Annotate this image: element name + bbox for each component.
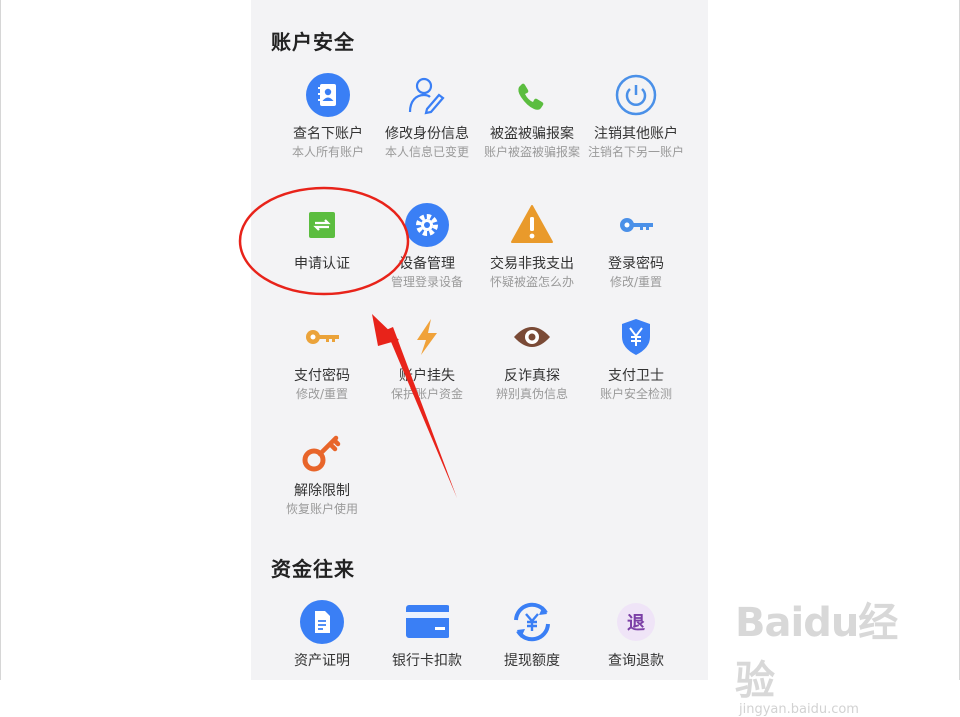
contacts-icon xyxy=(306,73,350,117)
menu-item-login-password[interactable]: 登录密码 修改/重置 xyxy=(583,203,689,290)
menu-item-label: 查询退款 xyxy=(608,653,664,669)
baidu-watermark: Baidu经验 jingyan.baidu.com xyxy=(735,590,915,717)
menu-item-query-accounts[interactable]: 查名下账户 本人所有账户 xyxy=(275,73,381,160)
menu-item-report-loss[interactable]: 账户挂失 保护账户资金 xyxy=(374,315,480,402)
menu-item-label: 交易非我支出 xyxy=(490,256,574,272)
shield-yen-icon xyxy=(614,315,658,359)
menu-item-edit-identity[interactable]: 修改身份信息 本人信息已变更 xyxy=(374,73,480,160)
menu-item-payment-guard[interactable]: 支付卫士 账户安全检测 xyxy=(583,315,689,402)
menu-item-label: 被盗被骗报案 xyxy=(490,126,574,142)
menu-item-subtitle: 修改/重置 xyxy=(295,387,349,401)
menu-item-subtitle: 账户被盗被骗报案 xyxy=(484,145,581,159)
menu-item-subtitle: 管理登录设备 xyxy=(390,275,463,289)
menu-item-device-management[interactable]: 设备管理 管理登录设备 xyxy=(374,203,480,290)
menu-item-label: 设备管理 xyxy=(399,256,455,272)
menu-item-label: 修改身份信息 xyxy=(385,126,469,142)
gear-icon xyxy=(405,203,449,247)
menu-item-subtitle: 修改/重置 xyxy=(609,275,663,289)
menu-item-query-refund[interactable]: 退 查询退款 xyxy=(583,600,689,670)
menu-item-label: 解除限制 xyxy=(294,483,350,499)
eye-icon xyxy=(510,315,554,359)
menu-item-label: 资产证明 xyxy=(294,653,350,669)
menu-item-subtitle: 辨别真伪信息 xyxy=(495,387,568,401)
menu-item-subtitle: 保护账户资金 xyxy=(390,387,463,401)
withdraw-icon xyxy=(510,600,554,644)
menu-item-subtitle: 本人所有账户 xyxy=(291,145,364,159)
frame-left-border xyxy=(0,0,1,680)
key-orange-icon xyxy=(300,315,344,359)
key-red-icon xyxy=(300,430,344,474)
menu-item-subtitle: 本人信息已变更 xyxy=(384,145,469,159)
menu-item-label: 银行卡扣款 xyxy=(392,653,462,669)
refund-glyph: 退 xyxy=(617,603,655,641)
menu-item-remove-restriction[interactable]: 解除限制 恢复账户使用 xyxy=(269,430,375,517)
menu-item-label: 查名下账户 xyxy=(293,126,363,142)
menu-item-label: 反诈真探 xyxy=(504,368,560,384)
menu-item-label: 注销其他账户 xyxy=(594,126,678,142)
menu-item-subtitle: 注销名下另一账户 xyxy=(588,145,685,159)
menu-item-label: 申请认证 xyxy=(294,256,350,272)
menu-item-subtitle: 账户安全检测 xyxy=(599,387,672,401)
swap-icon xyxy=(300,203,344,247)
bank-card-icon xyxy=(405,600,449,644)
lightning-icon xyxy=(405,315,449,359)
phone-icon xyxy=(510,73,554,117)
menu-item-unauthorized-transaction[interactable]: 交易非我支出 怀疑被盗怎么办 xyxy=(479,203,585,290)
menu-item-label: 支付密码 xyxy=(294,368,350,384)
menu-item-label: 账户挂失 xyxy=(399,368,455,384)
menu-item-label: 提现额度 xyxy=(504,653,560,669)
menu-item-apply-certification[interactable]: 申请认证 xyxy=(269,203,375,273)
watermark-url: jingyan.baidu.com xyxy=(739,702,859,717)
menu-item-label: 登录密码 xyxy=(608,256,664,272)
menu-item-label: 支付卫士 xyxy=(608,368,664,384)
watermark-logo: Baidu经验 xyxy=(735,600,898,704)
section-title-fund-transactions: 资金往来 xyxy=(271,557,355,581)
menu-item-subtitle: 恢复账户使用 xyxy=(285,502,358,516)
section-title-account-security: 账户安全 xyxy=(271,30,355,54)
menu-item-subtitle: 怀疑被盗怎么办 xyxy=(489,275,574,289)
phone-screen: 账户安全 查名下账户 本人所有账户 修改身份信息 本人信息已变更 被盗被骗报案 … xyxy=(251,0,708,680)
menu-item-withdraw-limit[interactable]: 提现额度 xyxy=(479,600,585,670)
menu-item-asset-certificate[interactable]: 资产证明 xyxy=(269,600,375,670)
menu-item-bank-card-deduction[interactable]: 银行卡扣款 xyxy=(374,600,480,670)
refund-icon: 退 xyxy=(614,600,658,644)
key-blue-icon xyxy=(614,203,658,247)
menu-item-theft-report[interactable]: 被盗被骗报案 账户被盗被骗报案 xyxy=(479,73,585,160)
menu-item-cancel-accounts[interactable]: 注销其他账户 注销名下另一账户 xyxy=(583,73,689,160)
power-icon xyxy=(614,73,658,117)
menu-item-payment-password[interactable]: 支付密码 修改/重置 xyxy=(269,315,375,402)
document-icon xyxy=(300,600,344,644)
edit-user-icon xyxy=(405,73,449,117)
warning-icon xyxy=(510,203,554,247)
menu-item-anti-fraud[interactable]: 反诈真探 辨别真伪信息 xyxy=(479,315,585,402)
